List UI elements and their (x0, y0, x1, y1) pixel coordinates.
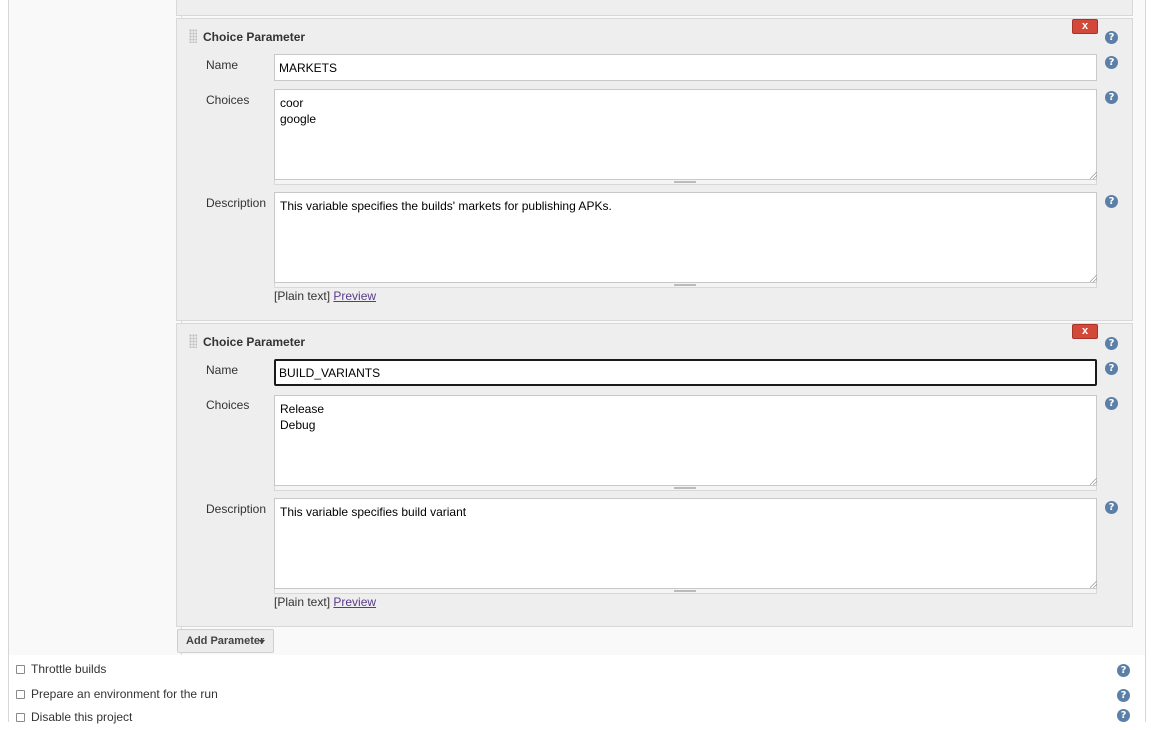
choices-textarea[interactable]: coor google (274, 89, 1097, 180)
resize-grip-icon[interactable] (1090, 275, 1097, 282)
textarea-resize-handle[interactable] (274, 283, 1097, 288)
resize-grip-icon[interactable] (1090, 581, 1097, 588)
description-label: Description (206, 196, 267, 210)
add-parameter-label: Add Parameter (186, 635, 265, 647)
parameter-title: Choice Parameter (203, 30, 306, 44)
name-help-icon[interactable]: ? (1105, 56, 1118, 69)
parameter-title: Choice Parameter (203, 335, 306, 349)
throttle-builds-help-icon[interactable]: ? (1117, 664, 1130, 677)
textarea-resize-handle[interactable] (274, 486, 1097, 491)
choice-parameter-block-markets: Choice Parameter x ? Name ? Choices coor… (176, 18, 1133, 321)
delete-parameter-button[interactable]: x (1072, 324, 1098, 339)
preview-link[interactable]: Preview (333, 595, 376, 609)
textarea-resize-handle[interactable] (274, 180, 1097, 185)
throttle-builds-checkbox[interactable] (16, 665, 25, 674)
description-help-icon[interactable]: ? (1105, 501, 1118, 514)
format-note: [Plain text] (274, 595, 331, 609)
prepare-environment-label: Prepare an environment for the run (31, 687, 218, 701)
name-label: Name (206, 58, 239, 72)
description-format-line: [Plain text] Preview (274, 289, 376, 303)
caret-down-icon (259, 640, 265, 644)
description-help-icon[interactable]: ? (1105, 195, 1118, 208)
name-input[interactable] (274, 359, 1097, 386)
resize-grip-icon[interactable] (1090, 478, 1097, 485)
choices-help-icon[interactable]: ? (1105, 91, 1118, 104)
description-label: Description (206, 502, 267, 516)
description-format-line: [Plain text] Preview (274, 595, 376, 609)
drag-handle-icon[interactable] (189, 29, 197, 43)
resize-grip-icon[interactable] (1090, 172, 1097, 179)
throttle-builds-label: Throttle builds (31, 662, 107, 676)
name-label: Name (206, 363, 239, 377)
name-input[interactable] (274, 54, 1097, 81)
delete-parameter-button[interactable]: x (1072, 19, 1098, 34)
drag-handle-icon[interactable] (189, 334, 197, 348)
help-icon[interactable]: ? (1105, 31, 1118, 44)
previous-parameter-block (176, 0, 1133, 16)
choices-label: Choices (206, 398, 250, 412)
name-help-icon[interactable]: ? (1105, 362, 1118, 375)
format-note: [Plain text] (274, 289, 331, 303)
choices-label: Choices (206, 93, 250, 107)
help-icon[interactable]: ? (1105, 337, 1118, 350)
choice-parameter-block-build-variants: Choice Parameter x ? Name ? Choices Rele… (176, 323, 1133, 627)
disable-project-help-icon[interactable]: ? (1117, 709, 1130, 722)
prepare-environment-help-icon[interactable]: ? (1117, 689, 1130, 702)
description-textarea[interactable]: This variable specifies build variant (274, 498, 1097, 589)
disable-project-checkbox[interactable] (16, 713, 25, 722)
add-parameter-button[interactable]: Add Parameter (177, 629, 274, 653)
preview-link[interactable]: Preview (333, 289, 376, 303)
textarea-resize-handle[interactable] (274, 589, 1097, 594)
description-textarea[interactable]: This variable specifies the builds' mark… (274, 192, 1097, 283)
page-right-border (1145, 0, 1146, 722)
prepare-environment-checkbox[interactable] (16, 690, 25, 699)
choices-help-icon[interactable]: ? (1105, 397, 1118, 410)
choices-textarea[interactable]: Release Debug (274, 395, 1097, 486)
